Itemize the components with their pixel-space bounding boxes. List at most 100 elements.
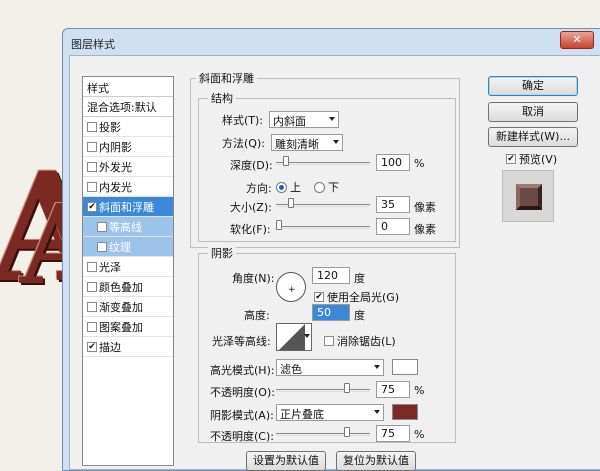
antialias-checkbox[interactable]: 消除锯齿(L) xyxy=(324,333,396,349)
shadow-opacity-input[interactable]: 75 xyxy=(376,425,410,442)
highlight-color-swatch[interactable] xyxy=(392,359,418,375)
checkbox-icon[interactable] xyxy=(97,241,107,252)
direction-up-label: 上 xyxy=(290,181,301,194)
style-item-label: 外发光 xyxy=(99,160,132,174)
style-item[interactable]: ✔ 斜面和浮雕 xyxy=(83,197,173,217)
new-style-button[interactable]: 新建样式(W)... xyxy=(488,127,578,147)
technique-select[interactable]: 雕刻清晰 xyxy=(270,134,343,151)
angle-dial[interactable]: + xyxy=(276,272,306,302)
soften-slider[interactable] xyxy=(276,226,370,229)
global-light-label: 使用全局光(G) xyxy=(327,291,400,304)
reset-default-button[interactable]: 复位为默认值 xyxy=(336,451,416,471)
gloss-contour-picker[interactable] xyxy=(276,323,312,351)
styles-list: 样式 混合选项:默认 投影 内阴影 外发光 内发光 ✔ 斜面和浮雕 等高线 纹理 光泽 颜色叠加渐… xyxy=(82,76,174,466)
style-item[interactable]: 纹理 xyxy=(83,237,173,257)
checkbox-icon[interactable] xyxy=(87,161,97,172)
soften-slider-thumb[interactable] xyxy=(276,220,282,230)
chevron-down-icon xyxy=(374,365,380,369)
checkbox-checked-icon[interactable]: ✔ xyxy=(87,201,97,212)
shadow-mode-label: 阴影模式(A): xyxy=(210,409,274,422)
shadow-mode-select[interactable]: 正片叠底 xyxy=(276,404,384,421)
style-item[interactable]: 渐变叠加 xyxy=(83,297,173,317)
soften-unit: 像素 xyxy=(414,223,436,236)
depth-slider-thumb[interactable] xyxy=(283,156,290,166)
style-item[interactable]: 光泽 xyxy=(83,257,173,277)
highlight-opacity-input[interactable]: 75 xyxy=(376,381,410,398)
style-item[interactable]: 内发光 xyxy=(83,177,173,197)
checkbox-icon[interactable] xyxy=(87,301,97,312)
checkbox-icon[interactable] xyxy=(87,281,97,292)
depth-slider[interactable] xyxy=(276,162,370,165)
checkbox-icon xyxy=(324,336,334,346)
make-default-button[interactable]: 设置为默认值 xyxy=(246,451,326,471)
style-item-label: 渐变叠加 xyxy=(99,300,143,314)
checkbox-icon[interactable] xyxy=(97,221,107,232)
technique-label: 方法(Q): xyxy=(222,136,265,150)
global-light-checkbox[interactable]: ✔ 使用全局光(G) xyxy=(314,289,399,305)
shadow-opacity-thumb[interactable] xyxy=(344,427,350,437)
blend-options-label: 混合选项:默认 xyxy=(87,100,157,114)
gloss-contour-label: 光泽等高线: xyxy=(212,335,271,348)
style-item[interactable]: 图案叠加 xyxy=(83,317,173,337)
title-bar: 图层样式 ✕ xyxy=(63,29,600,55)
radio-icon xyxy=(314,181,325,193)
soften-input[interactable]: 0 xyxy=(376,218,410,235)
antialias-label: 消除锯齿(L) xyxy=(337,335,396,348)
style-item-label: 光泽 xyxy=(99,260,121,274)
checkbox-icon[interactable] xyxy=(87,261,97,272)
shadow-color-swatch[interactable] xyxy=(392,404,418,420)
chevron-down-icon xyxy=(329,117,336,121)
technique-row: 方法(Q): 雕刻清晰 xyxy=(222,134,343,151)
size-input[interactable]: 35 xyxy=(376,196,410,213)
style-item[interactable]: 投影 xyxy=(83,117,173,137)
style-item[interactable]: 等高线 xyxy=(83,217,173,237)
style-item-label: 纹理 xyxy=(109,240,131,254)
direction-down-label: 下 xyxy=(328,181,339,194)
highlight-opacity-slider[interactable] xyxy=(276,389,370,392)
styles-header[interactable]: 样式 xyxy=(83,77,173,97)
depth-unit: % xyxy=(414,157,425,170)
checkbox-checked-icon[interactable]: ✔ xyxy=(87,341,97,352)
style-item[interactable]: 内阴影 xyxy=(83,137,173,157)
size-label: 大小(Z): xyxy=(230,201,272,214)
direction-up-radio[interactable]: 上 xyxy=(276,179,301,195)
crosshair-icon: + xyxy=(288,285,296,295)
style-item-label: 内阴影 xyxy=(99,140,132,154)
preview-checkbox[interactable]: ✔ 预览(V) xyxy=(506,151,557,167)
checkbox-icon[interactable] xyxy=(87,321,97,332)
highlight-opacity-unit: % xyxy=(414,384,425,397)
highlight-mode-value: 滤色 xyxy=(280,363,302,376)
style-item-label: 内发光 xyxy=(99,180,132,194)
soften-label: 软化(F): xyxy=(230,223,271,236)
checkbox-icon[interactable] xyxy=(87,181,97,192)
style-item-label: 描边 xyxy=(99,340,121,354)
highlight-mode-select[interactable]: 滤色 xyxy=(276,359,384,376)
angle-input[interactable]: 120 xyxy=(312,267,350,284)
angle-label: 角度(N): xyxy=(232,272,275,285)
checkbox-icon[interactable] xyxy=(87,121,97,132)
bevel-section-title: 斜面和浮雕 xyxy=(196,70,257,86)
highlight-opacity-thumb[interactable] xyxy=(344,383,350,393)
altitude-input[interactable]: 50 xyxy=(312,304,350,321)
checkbox-icon[interactable] xyxy=(87,141,97,152)
highlight-mode-label: 高光模式(H): xyxy=(210,364,275,377)
style-item[interactable]: 颜色叠加 xyxy=(83,277,173,297)
close-button[interactable]: ✕ xyxy=(560,31,594,49)
style-item-label: 等高线 xyxy=(109,220,142,234)
highlight-opacity-label: 不透明度(O): xyxy=(210,386,275,399)
chevron-down-icon xyxy=(374,410,380,414)
depth-input[interactable]: 100 xyxy=(376,154,410,171)
shadow-opacity-slider[interactable] xyxy=(276,433,370,436)
cancel-button[interactable]: 取消 xyxy=(488,102,578,122)
style-select[interactable]: 内斜面 xyxy=(269,111,340,128)
style-item[interactable]: 外发光 xyxy=(83,157,173,177)
blend-options-item[interactable]: 混合选项:默认 xyxy=(83,97,173,117)
direction-down-radio[interactable]: 下 xyxy=(314,179,339,195)
size-slider-thumb[interactable] xyxy=(288,198,295,208)
style-item-label: 斜面和浮雕 xyxy=(99,200,154,214)
angle-unit: 度 xyxy=(354,272,365,285)
style-item[interactable]: ✔ 描边 xyxy=(83,337,173,357)
dialog-title: 图层样式 xyxy=(71,38,115,51)
checkbox-checked-icon: ✔ xyxy=(314,292,324,302)
ok-button[interactable]: 确定 xyxy=(488,76,578,96)
